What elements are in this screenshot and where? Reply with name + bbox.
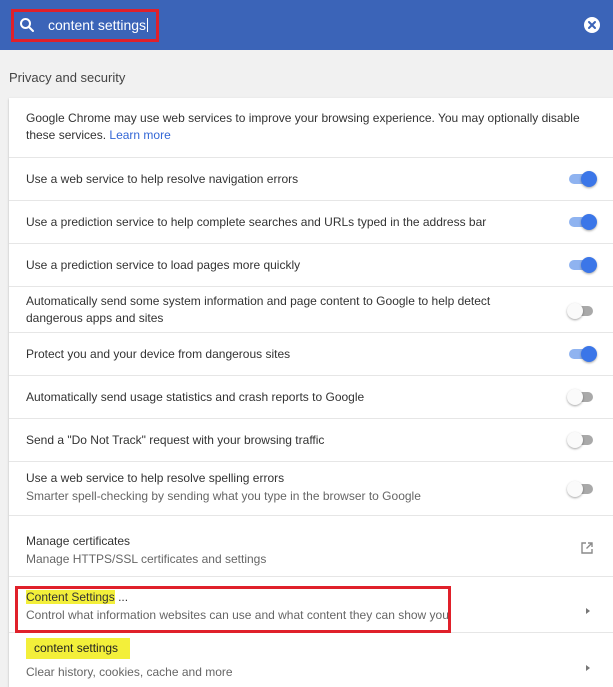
section-title: Privacy and security bbox=[9, 70, 126, 85]
clear-browsing-subtitle: Clear history, cookies, cache and more bbox=[26, 665, 233, 679]
setting-label: Use a prediction service to help complet… bbox=[26, 215, 487, 229]
manage-certificates-row[interactable]: Manage certificates Manage HTTPS/SSL cer… bbox=[9, 515, 613, 576]
toggle-switch[interactable] bbox=[567, 257, 597, 273]
intro-text: Google Chrome may use web services to im… bbox=[26, 110, 596, 144]
intro-row: Google Chrome may use web services to im… bbox=[9, 98, 613, 157]
setting-label: Use a web service to help resolve naviga… bbox=[26, 172, 299, 186]
setting-sublabel: Smarter spell-checking by sending what y… bbox=[26, 489, 421, 503]
setting-label: Use a prediction service to load pages m… bbox=[26, 258, 301, 272]
text-caret bbox=[147, 18, 149, 32]
learn-more-link[interactable]: Learn more bbox=[109, 128, 170, 142]
setting-row[interactable]: Use a web service to help resolve naviga… bbox=[9, 157, 613, 200]
search-input-value: content settings bbox=[48, 17, 147, 33]
setting-label: Send a "Do Not Track" request with your … bbox=[26, 433, 325, 447]
content-settings-annotation-box bbox=[15, 586, 451, 633]
setting-label: Use a web service to help resolve spelli… bbox=[26, 471, 285, 485]
search-input[interactable]: content settings bbox=[48, 17, 149, 34]
external-link-icon[interactable] bbox=[580, 541, 594, 555]
certificates-subtitle: Manage HTTPS/SSL certificates and settin… bbox=[26, 552, 267, 566]
setting-label: Protect you and your device from dangero… bbox=[26, 347, 291, 361]
setting-row[interactable]: Protect you and your device from dangero… bbox=[9, 332, 613, 375]
setting-row[interactable]: Automatically send some system informati… bbox=[9, 286, 613, 332]
search-match-tooltip: content settings bbox=[26, 638, 130, 659]
setting-row[interactable]: Send a "Do Not Track" request with your … bbox=[9, 418, 613, 461]
setting-label: Automatically send usage statistics and … bbox=[26, 390, 365, 404]
setting-row[interactable]: Use a web service to help resolve spelli… bbox=[9, 461, 613, 515]
toggle-switch[interactable] bbox=[567, 171, 597, 187]
toggle-switch[interactable] bbox=[567, 481, 597, 497]
setting-label: Automatically send some system informati… bbox=[26, 294, 491, 325]
toggle-switch[interactable] bbox=[567, 346, 597, 362]
search-bar: content settings bbox=[0, 0, 613, 50]
toggle-switch[interactable] bbox=[567, 389, 597, 405]
toggle-switch[interactable] bbox=[567, 214, 597, 230]
toggle-switch[interactable] bbox=[567, 432, 597, 448]
certificates-title: Manage certificates bbox=[26, 534, 131, 548]
setting-row[interactable]: Automatically send usage statistics and … bbox=[9, 375, 613, 418]
setting-row[interactable]: Use a prediction service to load pages m… bbox=[9, 243, 613, 286]
setting-row[interactable]: Use a prediction service to help complet… bbox=[9, 200, 613, 243]
toggle-switch[interactable] bbox=[567, 303, 597, 319]
chevron-right-icon[interactable] bbox=[584, 659, 592, 671]
search-icon[interactable] bbox=[19, 17, 35, 33]
clear-icon[interactable] bbox=[584, 17, 600, 33]
chevron-right-icon[interactable] bbox=[584, 602, 592, 614]
